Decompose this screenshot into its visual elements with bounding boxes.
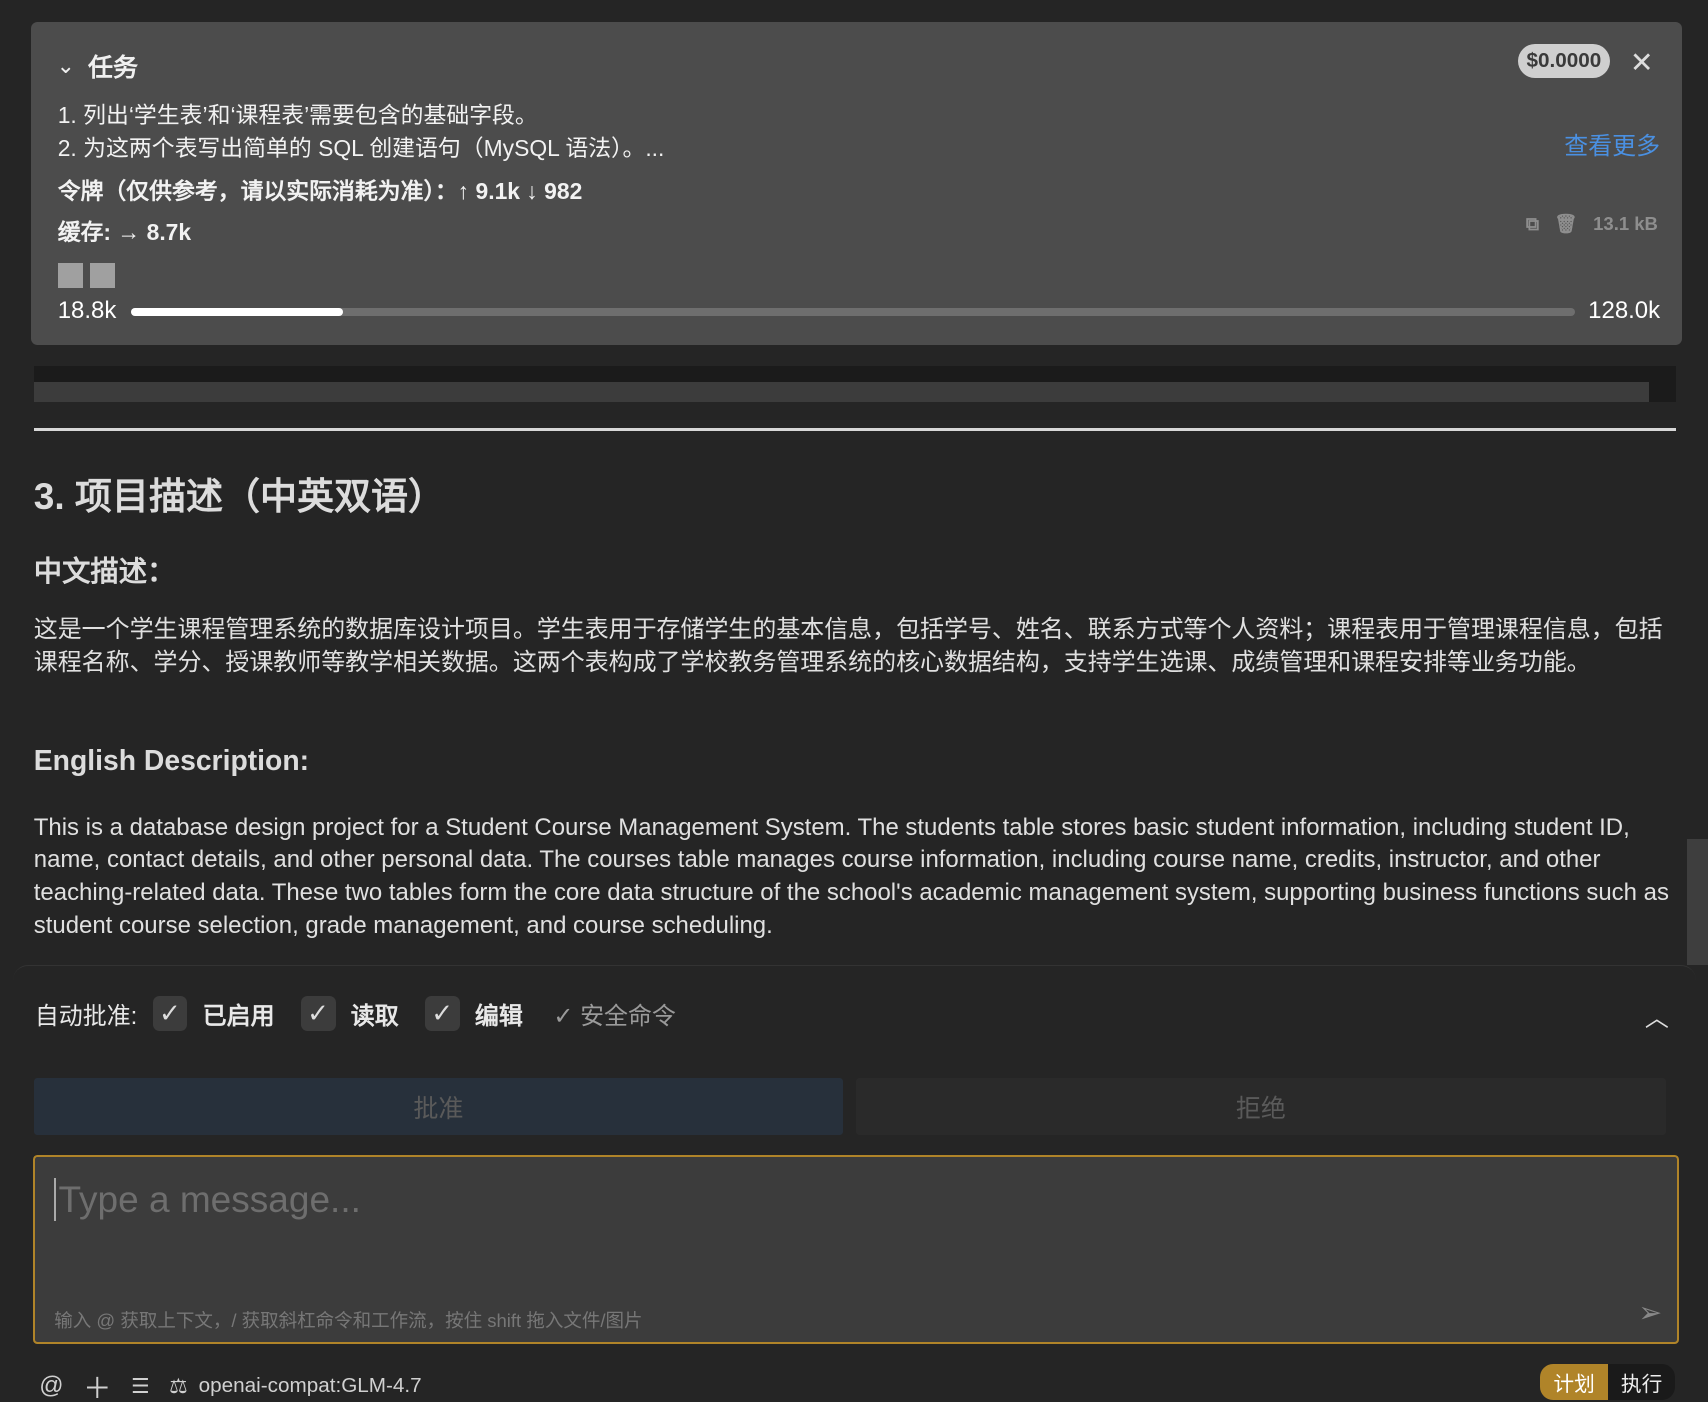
cn-heading: 中文描述： (33, 556, 176, 588)
chevron-down-icon[interactable]: ⌄ (57, 53, 75, 79)
plus-icon[interactable]: ＋ (83, 1366, 111, 1402)
task-line-1: 1. 列出‘学生表’和‘课程表’需要包含的基础字段。 (57, 101, 538, 128)
act-mode[interactable]: 执行 (1607, 1363, 1676, 1401)
vertical-scrollbar[interactable] (1687, 838, 1708, 966)
chevron-up-icon[interactable]: ︿ (1645, 998, 1669, 1033)
divider (33, 428, 1677, 432)
cache-usage: 缓存: → 8.7k (57, 219, 192, 246)
edit-label: 编辑 (474, 1002, 523, 1030)
task-meta: ⧉ 🗑 13.1 kB (1526, 213, 1658, 235)
task-line-2: 2. 为这两个表写出简单的 SQL 创建语句（MySQL 语法）。... (57, 134, 665, 161)
plan-mode[interactable]: 计划 (1540, 1363, 1608, 1401)
at-icon[interactable]: @ (39, 1372, 63, 1400)
safe-commands[interactable]: ✓ 安全命令 (553, 996, 676, 1031)
cost-badge: $0.0000 (1517, 43, 1610, 79)
enabled-checkbox[interactable]: ✓ (152, 995, 188, 1031)
edit-checkbox[interactable]: ✓ (424, 995, 460, 1031)
message-input[interactable]: Type a message... 输入 @ 获取上下文，/ 获取斜杠命令和工作… (32, 1154, 1680, 1344)
model-selector[interactable]: openai-compat:GLM-4.7 (199, 1374, 422, 1398)
task-size: 13.1 kB (1593, 213, 1658, 235)
reject-button[interactable]: 拒绝 (856, 1078, 1666, 1136)
auto-approve-bar: 自动批准: ✓ 已启用 ✓ 读取 ✓ 编辑 ✓ 安全命令 (34, 995, 676, 1031)
trash-icon[interactable]: 🗑 (1554, 213, 1578, 235)
context-max: 128.0k (1588, 297, 1661, 325)
input-hint: 输入 @ 获取上下文，/ 获取斜杠命令和工作流，按住 shift 拖入文件/图片 (54, 1309, 643, 1331)
task-title: 任务 (87, 53, 139, 82)
message-placeholder: Type a message... (54, 1178, 361, 1222)
send-icon[interactable]: ➢ (1638, 1296, 1662, 1330)
enabled-label: 已启用 (202, 1002, 275, 1030)
mode-toggle[interactable]: 计划 执行 (1540, 1363, 1676, 1401)
auto-approve-label: 自动批准: (34, 1002, 138, 1030)
en-text: This is a database design project for a … (33, 813, 1669, 939)
horizontal-scrollbar[interactable] (33, 382, 1650, 402)
token-usage: 令牌（仅供参考，请以实际消耗为准）：↑ 9.1k ↓ 982 (57, 178, 583, 205)
context-used: 18.8k (57, 297, 117, 325)
see-more-link[interactable]: 查看更多 (1564, 126, 1660, 161)
copy-icon[interactable]: ⧉ (1526, 213, 1539, 235)
context-block (57, 262, 83, 288)
read-label: 读取 (350, 1002, 399, 1030)
task-panel: ⌄ 任务 $0.0000 ✕ 1. 列出‘学生表’和‘课程表’需要包含的基础字段。… (30, 21, 1682, 346)
server-icon[interactable]: ☰ (131, 1374, 150, 1399)
model-icon[interactable]: ⚖ (169, 1374, 188, 1399)
read-checkbox[interactable]: ✓ (300, 995, 336, 1031)
section-heading: 3. 项目描述（中英双语） (33, 475, 446, 518)
close-icon[interactable]: ✕ (1630, 46, 1654, 80)
task-header[interactable]: ⌄ 任务 (57, 48, 138, 84)
app: ⌄ 任务 $0.0000 ✕ 1. 列出‘学生表’和‘课程表’需要包含的基础字段。… (0, 0, 1708, 1402)
context-bar (130, 308, 1576, 316)
en-heading: English Description: (33, 745, 310, 778)
context-bar-fill (130, 308, 344, 316)
approve-button[interactable]: 批准 (33, 1078, 844, 1136)
context-block (90, 262, 116, 288)
cn-text: 这是一个学生课程管理系统的数据库设计项目。学生表用于存储学生的基本信息，包括学号… (33, 616, 1663, 677)
footer-toolbar: @ ＋ ☰ ⚖ openai-compat:GLM-4.7 (39, 1366, 421, 1402)
